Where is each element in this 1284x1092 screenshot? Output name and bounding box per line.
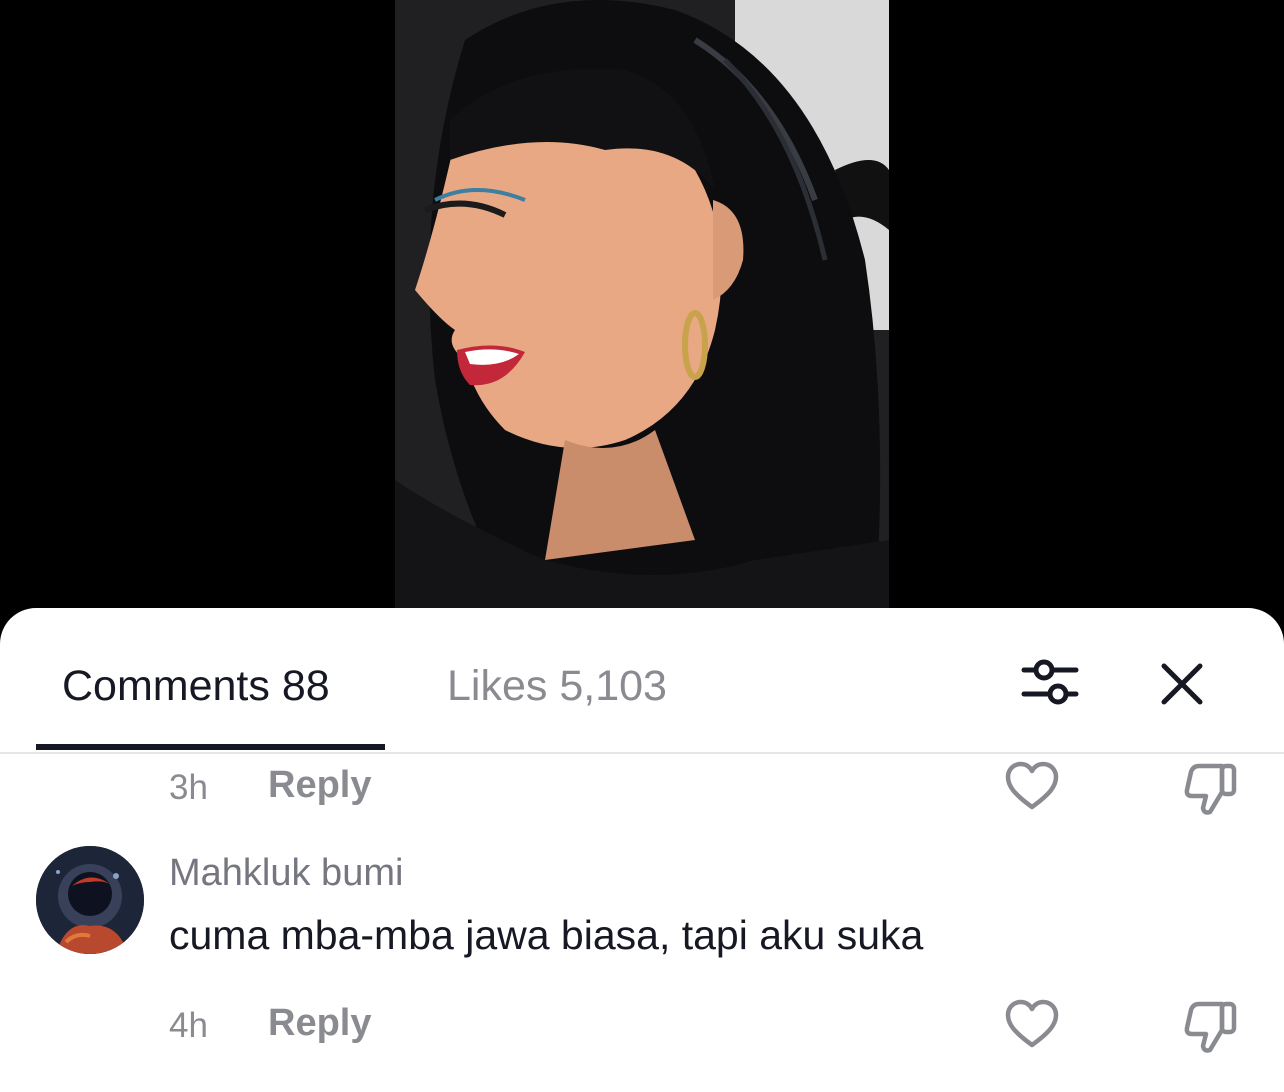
comments-sheet: Comments 88 Likes 5,103 3h Reply Mahkluk… [0,608,1284,1092]
tab-likes[interactable]: Likes 5,103 [447,660,667,712]
active-tab-indicator [36,744,385,750]
comment-time: 4h [169,1006,208,1045]
close-button[interactable] [1158,660,1206,708]
reply-button[interactable]: Reply [268,1002,371,1045]
dislike-button[interactable] [1182,760,1240,816]
tab-comments[interactable]: Comments 88 [62,660,330,712]
like-button[interactable] [1004,760,1060,812]
sliders-icon [1021,659,1079,705]
dislike-button[interactable] [1182,998,1240,1054]
video-player[interactable] [0,0,1284,640]
video-thumbnail [395,0,889,608]
like-button[interactable] [1004,998,1060,1050]
avatar[interactable] [36,846,144,954]
thumbs-down-icon [1184,1001,1237,1053]
comment-username[interactable]: Mahkluk bumi [169,852,403,895]
close-icon [1161,663,1203,705]
thumbs-down-icon [1184,763,1237,815]
tab-bar: Comments 88 Likes 5,103 [0,608,1284,754]
comment-text: cuma mba-mba jawa biasa, tapi aku suka [169,912,924,958]
heart-icon [1005,999,1059,1048]
heart-icon [1005,761,1059,810]
comment-item: Mahkluk bumi cuma mba-mba jawa biasa, ta… [0,844,1284,964]
reply-button[interactable]: Reply [268,764,371,807]
comment-meta-row: 4h Reply [0,998,1284,1054]
filter-button[interactable] [1020,654,1080,710]
comment-time: 3h [169,768,208,807]
comment-meta-row: 3h Reply [0,760,1284,816]
